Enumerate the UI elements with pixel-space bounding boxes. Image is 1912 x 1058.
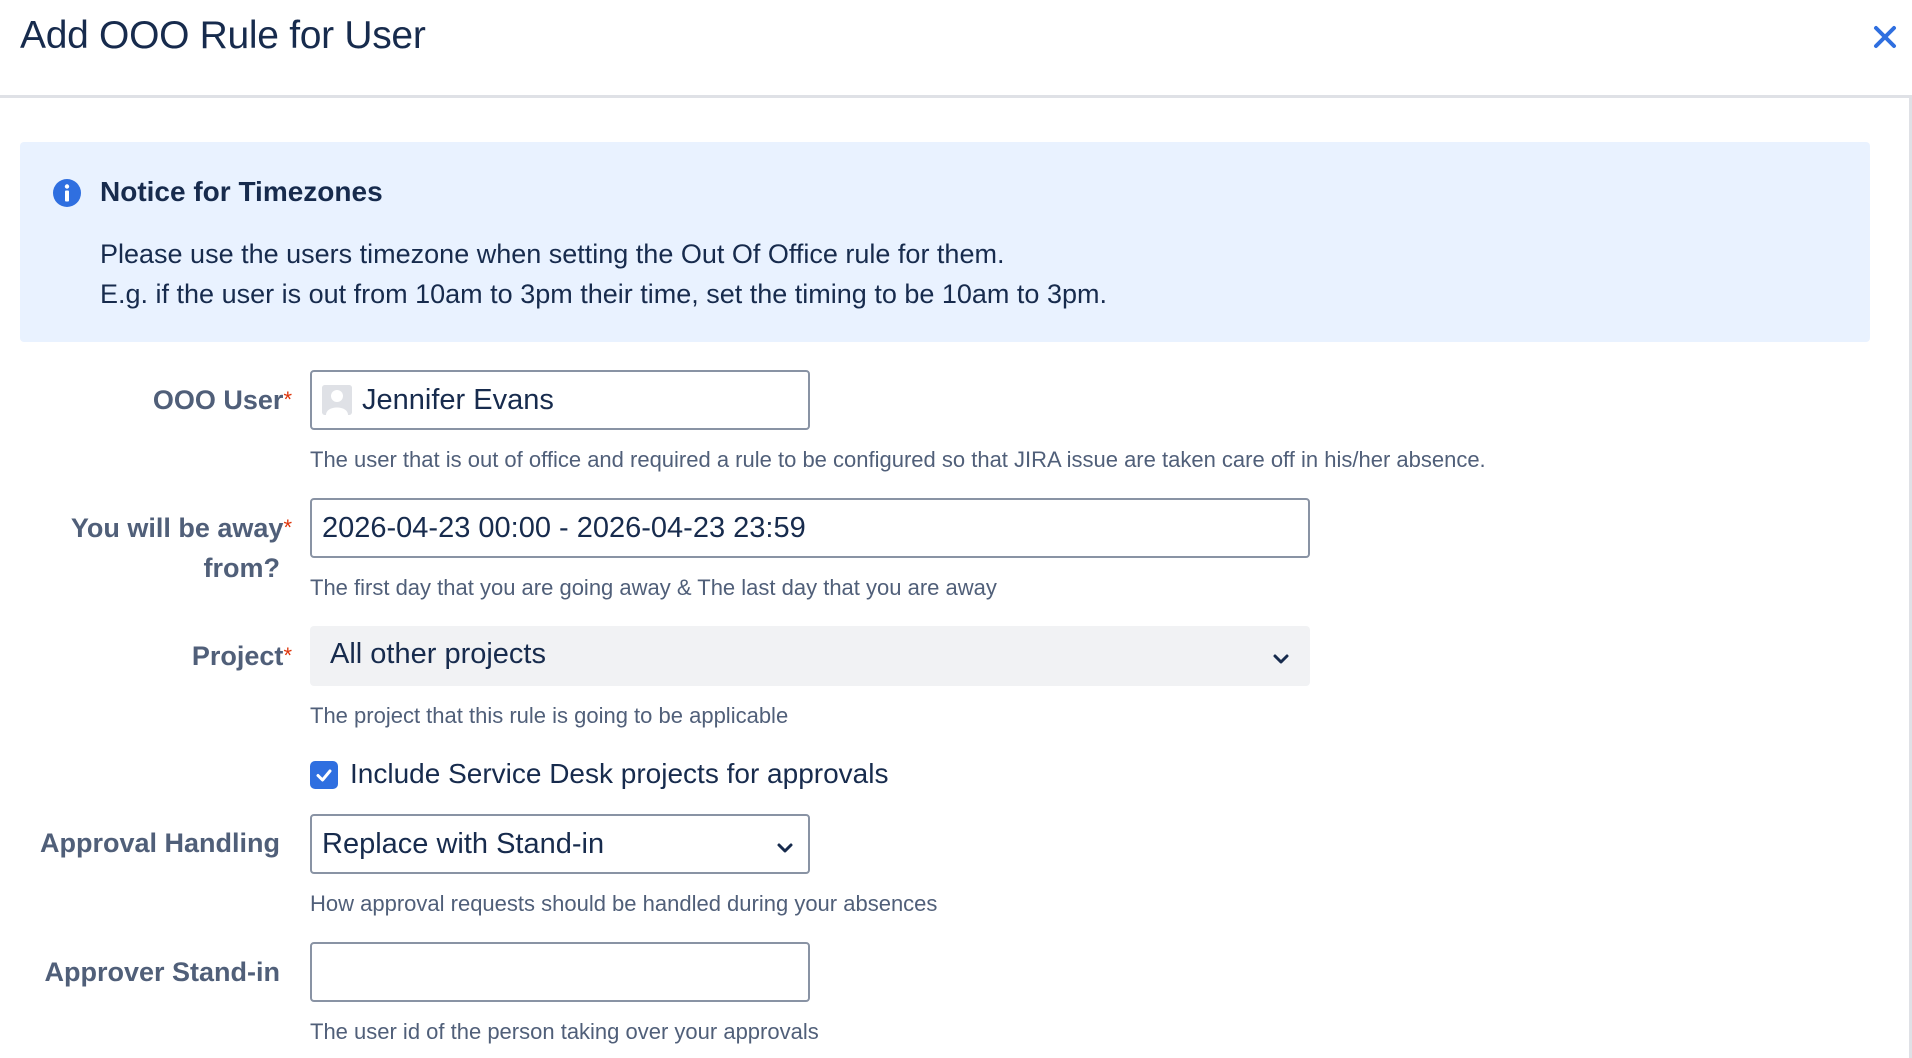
approval-handling-value: Replace with Stand-in <box>322 828 605 860</box>
checkmark-icon <box>316 769 332 782</box>
project-select[interactable]: All other projects <box>310 626 1310 686</box>
ooo-user-value: Jennifer Evans <box>362 384 554 416</box>
away-help: The first day that you are going away & … <box>310 575 997 600</box>
notice-line-1: Please use the users timezone when setti… <box>100 239 1005 269</box>
notice-line-2: E.g. if the user is out from 10am to 3pm… <box>100 279 1107 309</box>
ooo-user-help: The user that is out of office and requi… <box>310 447 1486 472</box>
dialog-header: Add OOO Rule for User <box>0 0 1912 98</box>
away-label: You will be away* from? <box>20 508 292 588</box>
away-label-line1: You will be away <box>70 513 284 543</box>
timezone-notice: Notice for Timezones Please use the user… <box>20 142 1870 342</box>
avatar <box>322 385 352 415</box>
required-marker: * <box>283 643 292 668</box>
service-desk-checkbox[interactable] <box>310 761 338 789</box>
required-marker: * <box>283 387 292 412</box>
chevron-down-icon <box>1270 645 1292 667</box>
project-help: The project that this rule is going to b… <box>310 703 789 728</box>
approval-handling-help: How approval requests should be handled … <box>310 891 938 916</box>
required-marker: * <box>283 515 292 540</box>
project-value: All other projects <box>330 638 546 670</box>
approval-handling-select[interactable]: Replace with Stand-in <box>310 814 810 874</box>
approver-stand-in-help: The user id of the person taking over yo… <box>310 1019 819 1044</box>
date-range-input[interactable]: 2026-04-23 00:00 - 2026-04-23 23:59 <box>310 498 1310 558</box>
away-label-line2: from? <box>203 553 281 583</box>
info-icon <box>52 178 82 208</box>
ooo-user-label-text: OOO User <box>152 385 284 415</box>
approval-handling-label: Approval Handling <box>39 828 280 858</box>
ooo-user-picker[interactable]: Jennifer Evans <box>310 370 810 430</box>
service-desk-label[interactable]: Include Service Desk projects for approv… <box>350 758 888 790</box>
dialog-title: Add OOO Rule for User <box>20 14 426 57</box>
approver-stand-in-label: Approver Stand-in <box>44 957 280 987</box>
notice-title: Notice for Timezones <box>100 176 383 207</box>
ooo-user-label: OOO User* <box>20 380 292 420</box>
notice-body: Please use the users timezone when setti… <box>100 234 1107 314</box>
close-icon[interactable] <box>1868 20 1902 54</box>
chevron-down-icon <box>774 834 796 856</box>
project-label-text: Project <box>191 641 284 671</box>
date-range-value: 2026-04-23 00:00 - 2026-04-23 23:59 <box>322 512 806 544</box>
project-label: Project* <box>20 636 292 676</box>
approver-stand-in-input[interactable] <box>310 942 810 1002</box>
